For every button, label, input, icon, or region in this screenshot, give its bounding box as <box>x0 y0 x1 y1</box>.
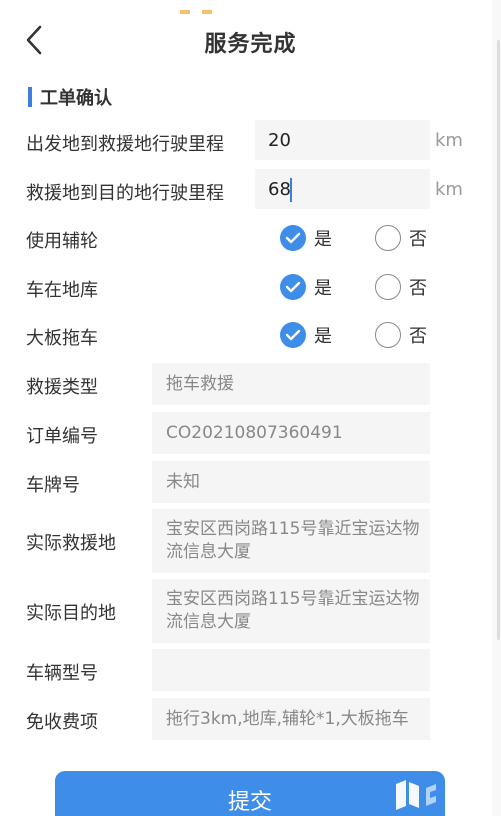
detail-row-destination: 实际目的地 宝安区西岗路115号靠近宝运达物流信息大厦 <box>0 579 501 643</box>
mileage-start-label: 出发地到救援地行驶里程 <box>26 134 224 155</box>
free-items-label: 免收费项 <box>26 712 98 733</box>
check-icon <box>280 322 306 348</box>
radio-yes-label: 是 <box>314 278 332 299</box>
detail-row-rescue-type: 救援类型 拖车救援 <box>0 363 501 405</box>
mileage-row-destination: 救援地到目的地行驶里程 km <box>0 169 501 211</box>
rescue-type-label: 救援类型 <box>26 377 98 398</box>
mileage-destination-label: 救援地到目的地行驶里程 <box>26 183 224 204</box>
radio-no-label: 否 <box>409 326 427 347</box>
radio-no-label: 否 <box>409 229 427 250</box>
order-number-label: 订单编号 <box>26 426 98 447</box>
radio-no-label: 否 <box>409 278 427 299</box>
rescue-type-value: 拖车救援 <box>152 363 430 405</box>
plate-number-label: 车牌号 <box>26 475 80 496</box>
free-items-value: 拖行3km,地库,辅轮*1,大板拖车 <box>152 698 430 740</box>
option-row-garage: 车在地库 是 否 <box>0 271 501 305</box>
option-label: 使用辅轮 <box>26 231 98 252</box>
check-icon <box>280 274 306 300</box>
destination-label: 实际目的地 <box>26 603 116 624</box>
option-row-auxiliary-wheel: 使用辅轮 是 否 <box>0 222 501 256</box>
header-bar: 服务完成 <box>0 0 501 80</box>
section-header: 工单确认 <box>28 86 112 109</box>
radio-yes[interactable]: 是 <box>280 322 332 348</box>
radio-yes-label: 是 <box>314 326 332 347</box>
page-title: 服务完成 <box>204 32 297 57</box>
radio-empty-icon <box>375 322 401 348</box>
option-label: 大板拖车 <box>26 328 98 349</box>
detail-row-order-number: 订单编号 CO20210807360491 <box>0 412 501 454</box>
radio-empty-icon <box>375 274 401 300</box>
check-icon <box>280 225 306 251</box>
mileage-row-start: 出发地到救援地行驶里程 km <box>0 120 501 162</box>
mileage-destination-input[interactable] <box>255 169 430 209</box>
mileage-destination-field[interactable] <box>255 169 430 209</box>
section-title: 工单确认 <box>40 88 112 109</box>
mileage-start-unit: km <box>435 130 463 151</box>
radio-no[interactable]: 否 <box>375 322 427 348</box>
plate-number-value: 未知 <box>152 461 430 503</box>
submit-button[interactable]: 提交 <box>55 771 445 816</box>
rescue-location-label: 实际救援地 <box>26 533 116 554</box>
detail-row-plate-number: 车牌号 未知 <box>0 461 501 503</box>
mileage-destination-unit: km <box>435 179 463 200</box>
text-cursor <box>290 178 292 202</box>
rescue-location-value: 宝安区西岗路115号靠近宝运达物流信息大厦 <box>152 509 430 573</box>
scrollbar-thumb[interactable] <box>497 40 500 640</box>
vehicle-model-value <box>152 649 430 691</box>
radio-yes[interactable]: 是 <box>280 225 332 251</box>
vehicle-model-label: 车辆型号 <box>26 663 98 684</box>
destination-value: 宝安区西岗路115号靠近宝运达物流信息大厦 <box>152 579 430 643</box>
radio-yes[interactable]: 是 <box>280 274 332 300</box>
detail-row-vehicle-model: 车辆型号 <box>0 649 501 691</box>
radio-no[interactable]: 否 <box>375 225 427 251</box>
detail-row-rescue-location: 实际救援地 宝安区西岗路115号靠近宝运达物流信息大厦 <box>0 509 501 573</box>
mileage-start-field[interactable] <box>255 120 430 160</box>
app-logo-icon <box>392 778 448 812</box>
option-row-flatbed: 大板拖车 是 否 <box>0 319 501 353</box>
detail-row-free-items: 免收费项 拖行3km,地库,辅轮*1,大板拖车 <box>0 698 501 740</box>
mileage-start-input[interactable] <box>255 120 430 160</box>
order-number-value: CO20210807360491 <box>152 412 430 454</box>
radio-no[interactable]: 否 <box>375 274 427 300</box>
option-label: 车在地库 <box>26 280 98 301</box>
section-accent-bar <box>28 87 32 107</box>
radio-yes-label: 是 <box>314 229 332 250</box>
radio-empty-icon <box>375 225 401 251</box>
